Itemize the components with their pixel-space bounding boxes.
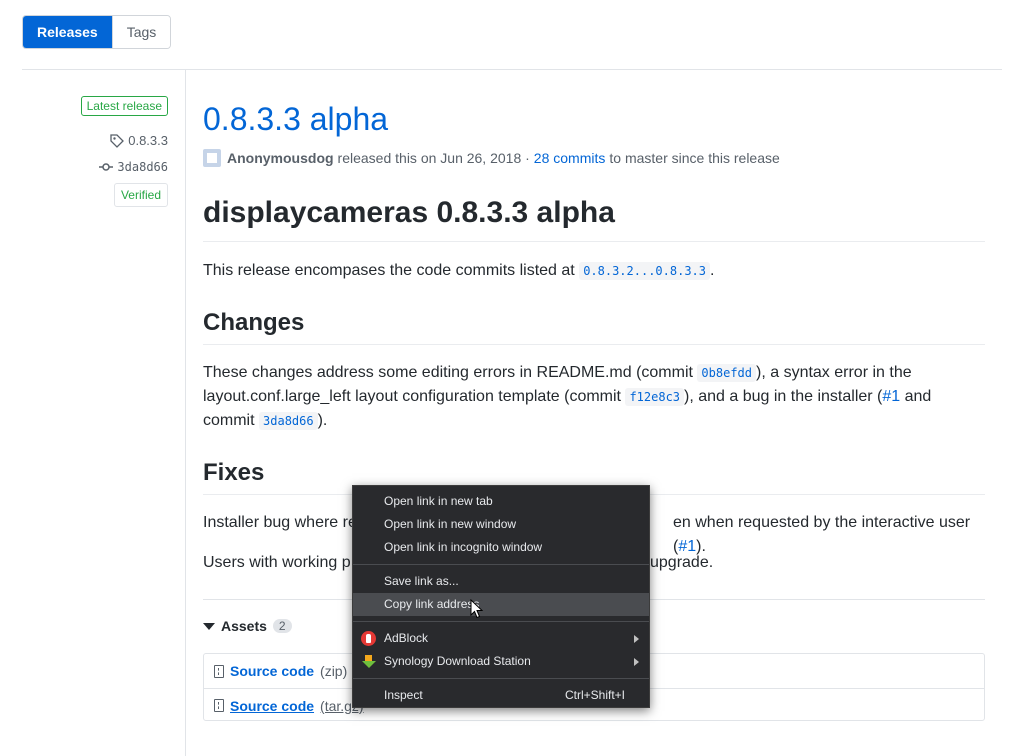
menu-copy-link[interactable]: Copy link address <box>353 593 649 616</box>
assets-toggle[interactable]: Assets 2 <box>203 618 292 634</box>
download-station-icon <box>361 654 376 669</box>
changes-heading: Changes <box>203 309 305 336</box>
menu-save-link[interactable]: Save link as... <box>353 570 649 593</box>
tag-name: 0.8.3.3 <box>128 133 168 148</box>
release-meta: Anonymousdog released this on Jun 26, 20… <box>203 149 780 167</box>
fixes-text: Installer bug where re <box>203 514 357 531</box>
asset-name[interactable]: Source code <box>230 663 314 679</box>
tab-tags[interactable]: Tags <box>111 16 171 48</box>
release-title[interactable]: 0.8.3.3 alpha <box>203 101 388 138</box>
release-tabs: Releases Tags <box>22 15 172 49</box>
changes-text: ), a syntax error in the <box>756 364 912 381</box>
caret-down-icon <box>203 622 215 630</box>
fixes-text: en when requested by the interactive use… <box>673 514 971 555</box>
latest-release-badge: Latest release <box>80 96 168 116</box>
divider <box>22 69 1002 70</box>
commit-link-f12e8c3[interactable]: f12e8c3 <box>625 388 685 406</box>
changes-text: These changes address some editing error… <box>203 364 693 381</box>
intro-end: . <box>710 262 715 279</box>
menu-label: AdBlock <box>384 631 429 645</box>
menu-label: Synology Download Station <box>384 654 531 668</box>
menu-open-incognito[interactable]: Open link in incognito window <box>353 536 649 559</box>
assets-label: Assets <box>221 618 267 634</box>
tag-icon <box>110 133 125 148</box>
commits-suffix: to master since this release <box>609 150 780 166</box>
menu-separator <box>353 678 649 679</box>
divider <box>203 241 985 242</box>
commit-icon <box>99 163 114 171</box>
context-menu: Open link in new tab Open link in new wi… <box>352 485 650 708</box>
menu-shortcut: Ctrl+Shift+I <box>564 688 625 702</box>
menu-separator <box>353 564 649 565</box>
mouse-pointer-icon <box>470 599 484 619</box>
avatar[interactable] <box>203 149 221 167</box>
changes-text: ), and a bug in the installer ( <box>684 388 883 405</box>
adblock-icon <box>361 631 376 646</box>
intro-text: This release encompases the code commits… <box>203 262 575 279</box>
commit-sha: 3da8d66 <box>117 160 168 174</box>
submenu-arrow-icon <box>634 658 639 666</box>
commit-link[interactable]: 3da8d66 <box>99 160 168 174</box>
verified-badge[interactable]: Verified <box>113 183 168 207</box>
fixes-heading: Fixes <box>203 459 265 486</box>
release-heading: displaycameras 0.8.3.3 alpha <box>203 196 615 229</box>
tab-releases[interactable]: Releases <box>23 16 112 48</box>
commits-link[interactable]: 28 commits <box>534 150 606 166</box>
menu-synology[interactable]: Synology Download Station <box>353 650 649 673</box>
divider <box>203 344 985 345</box>
file-zip-icon <box>214 664 224 678</box>
menu-separator <box>353 621 649 622</box>
intro-paragraph: This release encompases the code commits… <box>203 259 985 283</box>
released-text: released this on Jun 26, 2018 · <box>337 150 530 166</box>
fixes-text: Users with working p <box>203 554 351 571</box>
assets-count: 2 <box>272 619 292 633</box>
fixes-text: upgrade. <box>650 554 714 571</box>
submenu-arrow-icon <box>634 635 639 643</box>
changes-text: layout.conf.large_left layout configurat… <box>203 388 621 405</box>
issue-link[interactable]: #1 <box>882 388 900 405</box>
menu-open-new-window[interactable]: Open link in new window <box>353 513 649 536</box>
author-link[interactable]: Anonymousdog <box>227 150 334 166</box>
menu-inspect[interactable]: Inspect Ctrl+Shift+I <box>353 684 649 707</box>
file-zip-icon <box>214 699 224 712</box>
menu-adblock[interactable]: AdBlock <box>353 627 649 650</box>
asset-type: (zip) <box>320 663 348 679</box>
changes-text: and <box>904 388 932 405</box>
changes-paragraph: These changes address some editing error… <box>203 361 985 433</box>
changes-text: commit <box>203 412 255 429</box>
commit-link-3da8d66[interactable]: 3da8d66 <box>259 412 318 430</box>
commit-link-0b8efdd[interactable]: 0b8efdd <box>697 364 756 382</box>
timeline-line <box>185 70 186 756</box>
menu-open-new-tab[interactable]: Open link in new tab <box>353 490 649 513</box>
changes-text: ). <box>317 412 328 429</box>
tag-link[interactable]: 0.8.3.3 <box>110 133 168 148</box>
compare-link[interactable]: 0.8.3.2...0.8.3.3 <box>579 262 711 280</box>
menu-label: Inspect <box>384 688 423 702</box>
asset-name[interactable]: Source code <box>230 698 314 714</box>
